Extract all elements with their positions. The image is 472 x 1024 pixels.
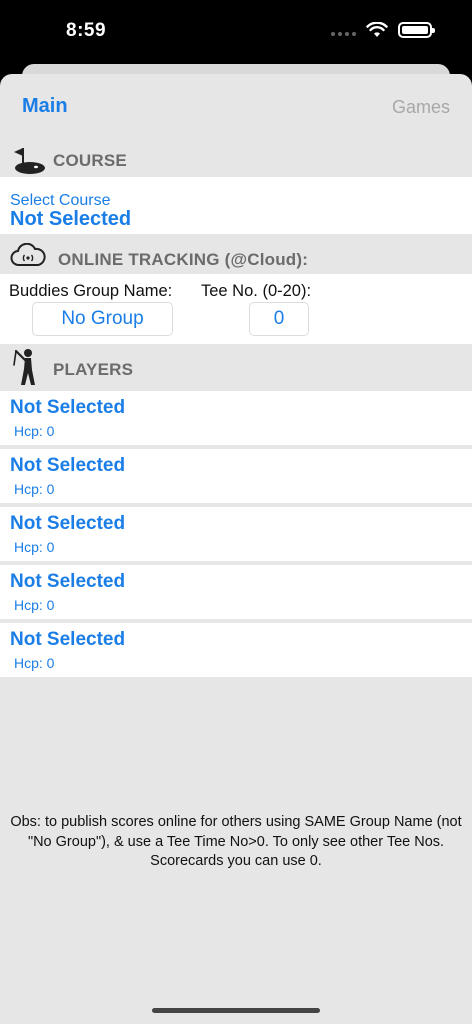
main-sheet: Main Games COURSE Select Course Not Sele… xyxy=(0,74,472,1024)
player-handicap: Hcp: 0 xyxy=(14,481,55,497)
main-button[interactable]: Main xyxy=(22,95,68,118)
course-section-header: COURSE xyxy=(0,141,472,179)
info-note: Obs: to publish scores online for others… xyxy=(10,814,462,869)
players-section-header: PLAYERS xyxy=(0,349,472,387)
golf-flag-icon xyxy=(14,148,45,174)
tracking-row: Buddies Group Name: Tee No. (0-20): No G… xyxy=(0,274,472,344)
games-button[interactable]: Games xyxy=(392,97,450,118)
battery-icon xyxy=(398,22,435,38)
status-icons xyxy=(331,22,435,38)
cloud-signal-icon xyxy=(10,243,46,266)
players-header: PLAYERS xyxy=(53,360,134,379)
wifi-icon xyxy=(366,22,388,37)
group-name-input[interactable]: No Group xyxy=(32,302,173,336)
player-handicap: Hcp: 0 xyxy=(14,539,55,555)
player-row[interactable]: Not Selected Hcp: 0 xyxy=(0,449,472,503)
player-name: Not Selected xyxy=(10,455,126,476)
player-name: Not Selected xyxy=(10,629,126,650)
player-name: Not Selected xyxy=(10,397,126,418)
course-header: COURSE xyxy=(53,151,127,170)
player-handicap: Hcp: 0 xyxy=(14,597,55,613)
golfer-icon xyxy=(13,349,35,385)
player-row[interactable]: Not Selected Hcp: 0 xyxy=(0,623,472,677)
player-handicap: Hcp: 0 xyxy=(14,655,55,671)
player-row[interactable]: Not Selected Hcp: 0 xyxy=(0,391,472,445)
player-name: Not Selected xyxy=(10,513,126,534)
player-row[interactable]: Not Selected Hcp: 0 xyxy=(0,507,472,561)
select-course-row[interactable]: Select Course Not Selected xyxy=(0,177,472,234)
player-handicap: Hcp: 0 xyxy=(14,423,55,439)
cellular-signal-icon xyxy=(331,24,356,36)
tee-number-label: Tee No. (0-20): xyxy=(201,282,312,300)
tracking-header: ONLINE TRACKING (@Cloud): xyxy=(58,250,309,269)
status-bar: 8:59 xyxy=(0,0,472,64)
tracking-section-header: ONLINE TRACKING (@Cloud): xyxy=(0,239,472,277)
course-value: Not Selected xyxy=(10,208,132,230)
player-row[interactable]: Not Selected Hcp: 0 xyxy=(0,565,472,619)
tee-number-input[interactable]: 0 xyxy=(249,302,309,336)
player-name: Not Selected xyxy=(10,571,126,592)
nav-bar: Main Games xyxy=(0,74,472,140)
status-time: 8:59 xyxy=(66,20,107,41)
home-indicator[interactable] xyxy=(152,1008,320,1013)
group-name-label: Buddies Group Name: xyxy=(9,282,173,300)
